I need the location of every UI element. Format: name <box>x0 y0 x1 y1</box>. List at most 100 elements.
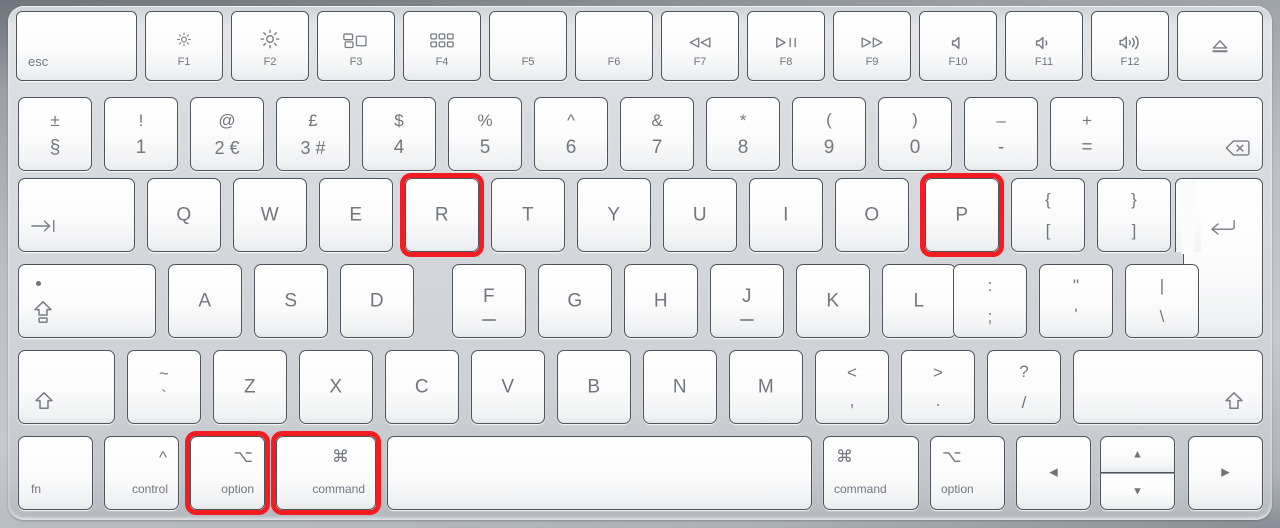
key-c[interactable]: C <box>385 350 459 424</box>
key-esc[interactable]: esc <box>16 11 137 81</box>
brightness-up-icon <box>259 28 281 50</box>
key-f9[interactable]: F9 <box>833 11 911 81</box>
key-delete[interactable] <box>1136 97 1263 171</box>
key-f8[interactable]: F8 <box>747 11 825 81</box>
key-x[interactable]: X <box>299 350 373 424</box>
key-d[interactable]: D <box>340 264 414 338</box>
return-icon <box>1210 219 1236 236</box>
key-9-label: 9 <box>823 137 835 158</box>
delete-backspace-icon <box>1225 139 1250 157</box>
key-tab[interactable] <box>18 178 135 252</box>
volume-up-icon <box>1119 35 1142 50</box>
key-g[interactable]: G <box>538 264 612 338</box>
key-f12[interactable]: F12 <box>1091 11 1169 81</box>
key-w[interactable]: W <box>233 178 307 252</box>
key-t[interactable]: T <box>491 178 565 252</box>
key-n[interactable]: N <box>643 350 717 424</box>
key-f[interactable]: F <box>452 264 526 338</box>
key-f7[interactable]: F7 <box>661 11 739 81</box>
key-control[interactable]: ^ control <box>104 436 179 510</box>
key-q[interactable]: Q <box>147 178 221 252</box>
key-s[interactable]: S <box>254 264 328 338</box>
key-u[interactable]: U <box>663 178 737 252</box>
key-0[interactable]: ) 0 <box>878 97 952 171</box>
tab-icon <box>31 219 57 233</box>
key-space[interactable] <box>387 436 812 510</box>
key-j-label: J <box>742 286 752 307</box>
key-eject[interactable] <box>1177 11 1263 81</box>
key-arrow-up[interactable]: ▲ <box>1100 436 1175 473</box>
key-capslock[interactable] <box>18 264 156 338</box>
key-k[interactable]: K <box>796 264 870 338</box>
key-f6-label: F6 <box>607 56 621 68</box>
key-section[interactable]: ± § <box>18 97 92 171</box>
shift-icon <box>1224 391 1244 410</box>
key-r[interactable]: R <box>405 178 479 252</box>
key-v[interactable]: V <box>471 350 545 424</box>
key-r-label: R <box>434 204 450 226</box>
key-1[interactable]: ! 1 <box>104 97 178 171</box>
key-grave[interactable]: ~ ` <box>127 350 201 424</box>
key-q-label: Q <box>176 204 192 226</box>
key-bracketleft[interactable]: { [ <box>1011 178 1085 252</box>
key-i[interactable]: I <box>749 178 823 252</box>
key-9[interactable]: ( 9 <box>792 97 866 171</box>
key-f2[interactable]: F2 <box>231 11 309 81</box>
key-shift-left[interactable] <box>18 350 115 424</box>
mute-icon <box>951 36 965 50</box>
play-pause-icon <box>774 36 798 49</box>
key-7[interactable]: & 7 <box>620 97 694 171</box>
key-5[interactable]: % 5 <box>448 97 522 171</box>
key-j[interactable]: J <box>710 264 784 338</box>
key-5-label: 5 <box>479 137 491 158</box>
key-f1[interactable]: F1 <box>145 11 223 81</box>
key-f5[interactable]: F5 <box>489 11 567 81</box>
key-e[interactable]: E <box>319 178 393 252</box>
key-f3[interactable]: F3 <box>317 11 395 81</box>
key-a[interactable]: A <box>168 264 242 338</box>
key-l[interactable]: L <box>882 264 956 338</box>
key-4-label: 4 <box>393 137 405 158</box>
key-z[interactable]: Z <box>213 350 287 424</box>
key-2[interactable]: @ 2 € <box>190 97 264 171</box>
key-semicolon[interactable]: : ; <box>953 264 1027 338</box>
key-slash[interactable]: ? / <box>987 350 1061 424</box>
arrow-up-icon: ▲ <box>1132 448 1143 460</box>
key-f10[interactable]: F10 <box>919 11 997 81</box>
key-b[interactable]: B <box>557 350 631 424</box>
key-4[interactable]: $ 4 <box>362 97 436 171</box>
key-shift-right[interactable] <box>1073 350 1263 424</box>
key-1-label: 1 <box>135 137 147 158</box>
key-command-right[interactable]: ⌘ command <box>823 436 919 510</box>
key-arrow-left[interactable]: ◀ <box>1016 436 1091 510</box>
key-2-label: 2 € <box>214 138 240 158</box>
key-quote-shift-label: " <box>1072 276 1080 295</box>
key-3[interactable]: £ 3 # <box>276 97 350 171</box>
key-6[interactable]: ^ 6 <box>534 97 608 171</box>
key-grave-shift-label: ~ <box>159 364 169 383</box>
key-arrow-right[interactable]: ▶ <box>1188 436 1263 510</box>
key-quote[interactable]: " ' <box>1039 264 1113 338</box>
key-option-left[interactable]: ⌥ option <box>190 436 265 510</box>
key-o[interactable]: O <box>835 178 909 252</box>
key-m[interactable]: M <box>729 350 803 424</box>
key-y[interactable]: Y <box>577 178 651 252</box>
key-period[interactable]: > . <box>901 350 975 424</box>
key-minus[interactable]: – - <box>964 97 1038 171</box>
rewind-icon <box>688 36 713 49</box>
key-command-left[interactable]: ⌘ command <box>276 436 376 510</box>
key-backslash[interactable]: | \ <box>1125 264 1199 338</box>
key-fn[interactable]: fn <box>18 436 93 510</box>
key-f11[interactable]: F11 <box>1005 11 1083 81</box>
key-8[interactable]: * 8 <box>706 97 780 171</box>
key-f4[interactable]: F4 <box>403 11 481 81</box>
key-p[interactable]: P <box>925 178 999 252</box>
key-arrow-down[interactable]: ▼ <box>1100 473 1175 510</box>
key-comma[interactable]: < , <box>815 350 889 424</box>
key-h[interactable]: H <box>624 264 698 338</box>
key-o-label: O <box>864 204 880 226</box>
key-f6[interactable]: F6 <box>575 11 653 81</box>
key-option-right[interactable]: ⌥ option <box>930 436 1005 510</box>
key-bracketright[interactable]: } ] <box>1097 178 1171 252</box>
key-equals[interactable]: + = <box>1050 97 1124 171</box>
